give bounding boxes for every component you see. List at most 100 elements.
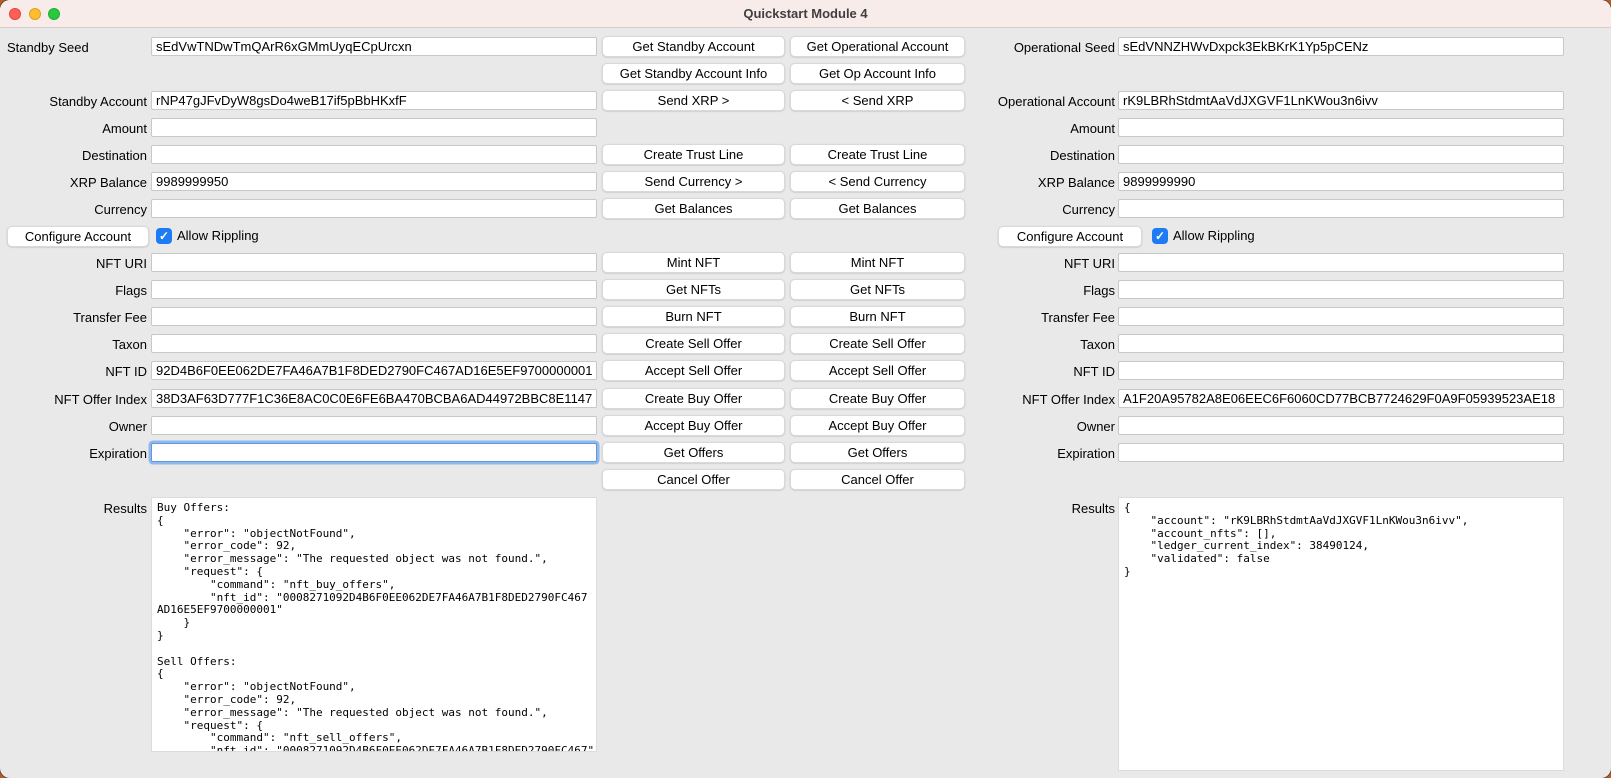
standby-account-input[interactable]	[151, 91, 597, 110]
operational-seed-input[interactable]	[1118, 37, 1564, 56]
standby-flags-label: Flags	[7, 281, 147, 300]
op-nft-id-label: NFT ID	[960, 362, 1115, 381]
op-create-trust-line-button[interactable]: Create Trust Line	[790, 144, 965, 165]
standby-create-buy-offer-button[interactable]: Create Buy Offer	[602, 388, 785, 409]
op-results-area[interactable]: { "account": "rK9LBRhStdmtAaVdJXGVF1LnKW…	[1118, 497, 1564, 771]
op-results-label: Results	[960, 499, 1115, 518]
standby-owner-label: Owner	[7, 417, 147, 436]
standby-results-text: Buy Offers: { "error": "objectNotFound",…	[152, 498, 596, 752]
standby-nft-id-label: NFT ID	[7, 362, 147, 381]
standby-mint-nft-button[interactable]: Mint NFT	[602, 252, 785, 273]
get-standby-account-button[interactable]: Get Standby Account	[602, 36, 785, 57]
op-nft-offer-index-input[interactable]	[1118, 389, 1564, 408]
operational-seed-label: Operational Seed	[960, 38, 1115, 57]
op-expiration-label: Expiration	[960, 444, 1115, 463]
send-xrp-right-button[interactable]: Send XRP >	[602, 90, 785, 111]
op-amount-input[interactable]	[1118, 118, 1564, 137]
op-flags-input[interactable]	[1118, 280, 1564, 299]
standby-burn-nft-button[interactable]: Burn NFT	[602, 306, 785, 327]
standby-seed-label: Standby Seed	[7, 38, 147, 57]
op-configure-account-button[interactable]: Configure Account	[998, 226, 1142, 247]
standby-transfer-fee-input[interactable]	[151, 307, 597, 326]
standby-owner-input[interactable]	[151, 416, 597, 435]
standby-get-offers-button[interactable]: Get Offers	[602, 442, 785, 463]
op-accept-sell-offer-button[interactable]: Accept Sell Offer	[790, 360, 965, 381]
standby-account-label: Standby Account	[7, 92, 147, 111]
op-destination-input[interactable]	[1118, 145, 1564, 164]
operational-account-input[interactable]	[1118, 91, 1564, 110]
standby-get-balances-button[interactable]: Get Balances	[602, 198, 785, 219]
op-currency-input[interactable]	[1118, 199, 1564, 218]
standby-xrp-balance-input[interactable]	[151, 172, 597, 191]
standby-nft-offer-index-label: NFT Offer Index	[7, 390, 147, 409]
standby-xrp-balance-label: XRP Balance	[7, 173, 147, 192]
op-flags-label: Flags	[960, 281, 1115, 300]
op-destination-label: Destination	[960, 146, 1115, 165]
op-get-balances-button[interactable]: Get Balances	[790, 198, 965, 219]
send-currency-right-button[interactable]: Send Currency >	[602, 171, 785, 192]
standby-currency-input[interactable]	[151, 199, 597, 218]
op-results-text: { "account": "rK9LBRhStdmtAaVdJXGVF1LnKW…	[1119, 498, 1563, 579]
standby-nft-uri-input[interactable]	[151, 253, 597, 272]
standby-expiration-input[interactable]	[151, 443, 597, 462]
get-operational-account-button[interactable]: Get Operational Account	[790, 36, 965, 57]
standby-allow-rippling-label: Allow Rippling	[177, 226, 259, 246]
op-xrp-balance-input[interactable]	[1118, 172, 1564, 191]
op-xrp-balance-label: XRP Balance	[960, 173, 1115, 192]
standby-currency-label: Currency	[7, 200, 147, 219]
op-taxon-input[interactable]	[1118, 334, 1564, 353]
op-amount-label: Amount	[960, 119, 1115, 138]
standby-nft-offer-index-input[interactable]	[151, 389, 597, 408]
op-burn-nft-button[interactable]: Burn NFT	[790, 306, 965, 327]
standby-expiration-label: Expiration	[7, 444, 147, 463]
op-get-offers-button[interactable]: Get Offers	[790, 442, 965, 463]
standby-flags-input[interactable]	[151, 280, 597, 299]
standby-create-sell-offer-button[interactable]: Create Sell Offer	[602, 333, 785, 354]
standby-taxon-label: Taxon	[7, 335, 147, 354]
standby-create-trust-line-button[interactable]: Create Trust Line	[602, 144, 785, 165]
op-mint-nft-button[interactable]: Mint NFT	[790, 252, 965, 273]
op-transfer-fee-label: Transfer Fee	[960, 308, 1115, 327]
standby-taxon-input[interactable]	[151, 334, 597, 353]
standby-get-nfts-button[interactable]: Get NFTs	[602, 279, 785, 300]
send-xrp-left-button[interactable]: < Send XRP	[790, 90, 965, 111]
standby-allow-rippling-checkbox[interactable]: ✓	[156, 228, 172, 244]
operational-account-label: Operational Account	[960, 92, 1115, 111]
standby-cancel-offer-button[interactable]: Cancel Offer	[602, 469, 785, 490]
op-get-nfts-button[interactable]: Get NFTs	[790, 279, 965, 300]
standby-transfer-fee-label: Transfer Fee	[7, 308, 147, 327]
standby-destination-label: Destination	[7, 146, 147, 165]
op-allow-rippling-label: Allow Rippling	[1173, 226, 1255, 246]
op-nft-uri-input[interactable]	[1118, 253, 1564, 272]
standby-results-label: Results	[7, 499, 147, 518]
send-currency-left-button[interactable]: < Send Currency	[790, 171, 965, 192]
standby-destination-input[interactable]	[151, 145, 597, 164]
standby-accept-buy-offer-button[interactable]: Accept Buy Offer	[602, 415, 785, 436]
op-taxon-label: Taxon	[960, 335, 1115, 354]
app-window: Quickstart Module 4 Standby Seed Standby…	[0, 0, 1611, 778]
standby-nft-id-input[interactable]	[151, 361, 597, 380]
op-owner-label: Owner	[960, 417, 1115, 436]
standby-amount-label: Amount	[7, 119, 147, 138]
op-owner-input[interactable]	[1118, 416, 1564, 435]
op-create-buy-offer-button[interactable]: Create Buy Offer	[790, 388, 965, 409]
standby-seed-input[interactable]	[151, 37, 597, 56]
standby-amount-input[interactable]	[151, 118, 597, 137]
op-expiration-input[interactable]	[1118, 443, 1564, 462]
window-title: Quickstart Module 4	[0, 0, 1611, 28]
op-nft-uri-label: NFT URI	[960, 254, 1115, 273]
title-bar: Quickstart Module 4	[0, 0, 1611, 28]
op-create-sell-offer-button[interactable]: Create Sell Offer	[790, 333, 965, 354]
standby-configure-account-button[interactable]: Configure Account	[7, 226, 149, 247]
op-accept-buy-offer-button[interactable]: Accept Buy Offer	[790, 415, 965, 436]
op-nft-id-input[interactable]	[1118, 361, 1564, 380]
get-op-account-info-button[interactable]: Get Op Account Info	[790, 63, 965, 84]
op-transfer-fee-input[interactable]	[1118, 307, 1564, 326]
op-currency-label: Currency	[960, 200, 1115, 219]
standby-accept-sell-offer-button[interactable]: Accept Sell Offer	[602, 360, 785, 381]
op-cancel-offer-button[interactable]: Cancel Offer	[790, 469, 965, 490]
op-nft-offer-index-label: NFT Offer Index	[960, 390, 1115, 409]
standby-results-area[interactable]: Buy Offers: { "error": "objectNotFound",…	[151, 497, 597, 752]
get-standby-account-info-button[interactable]: Get Standby Account Info	[602, 63, 785, 84]
op-allow-rippling-checkbox[interactable]: ✓	[1152, 228, 1168, 244]
